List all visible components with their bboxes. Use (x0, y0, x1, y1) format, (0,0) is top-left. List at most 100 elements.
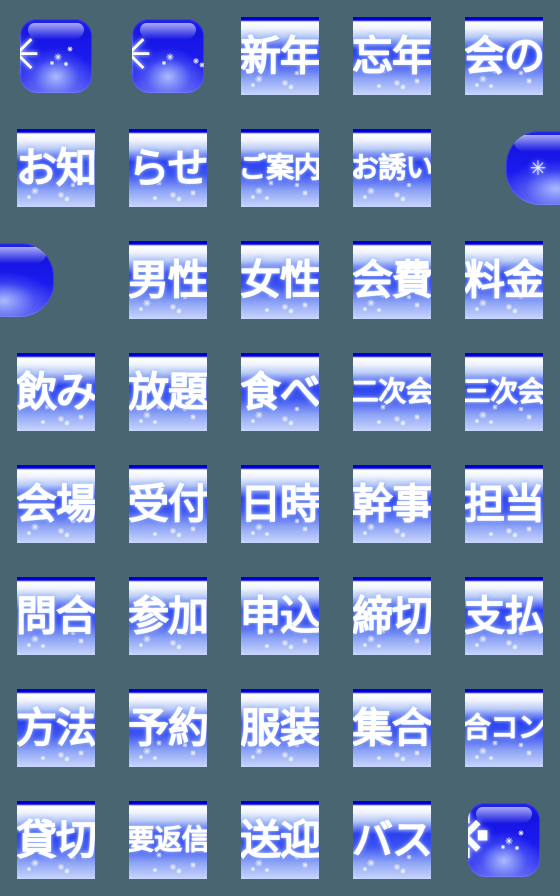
emoji-tile[interactable]: 参加 (129, 577, 207, 655)
emoji-cell: 受付 (112, 448, 224, 560)
emoji-tile[interactable]: ✳ (506, 131, 560, 205)
emoji-tile-label: 受付 (129, 479, 207, 528)
emoji-tile-label: 服装 (241, 703, 319, 752)
emoji-cell: 申込 (224, 560, 336, 672)
emoji-tile[interactable]: 担当 (465, 465, 543, 543)
emoji-cell: お誘い (336, 112, 448, 224)
emoji-cell: 飲み (0, 336, 112, 448)
emoji-tile-label: 女性 (241, 255, 319, 304)
emoji-tile[interactable]: ✳ (132, 19, 204, 93)
emoji-tile[interactable]: バス (353, 801, 431, 879)
emoji-tile-label: 問合 (17, 591, 95, 640)
emoji-tile-label: 送迎 (241, 815, 319, 864)
emoji-cell: ✳ (448, 112, 560, 224)
emoji-cell: 料金 (448, 224, 560, 336)
emoji-tile[interactable]: 忘年 (353, 17, 431, 95)
emoji-tile[interactable]: 貸切 (17, 801, 95, 879)
emoji-cell: ご案内 (224, 112, 336, 224)
emoji-cell: 合コン (448, 672, 560, 784)
emoji-cell: 支払 (448, 560, 560, 672)
emoji-tile-label: 会場 (17, 479, 95, 528)
emoji-tile-label: 会の (465, 31, 543, 80)
emoji-tile[interactable]: 男性 (129, 241, 207, 319)
emoji-cell: 担当 (448, 448, 560, 560)
emoji-tile[interactable]: 日時 (241, 465, 319, 543)
emoji-tile-label: 三次会 (465, 375, 543, 408)
emoji-tile[interactable]: お知 (17, 129, 95, 207)
emoji-cell: 忘年 (336, 0, 448, 112)
emoji-tile[interactable]: 服装 (241, 689, 319, 767)
emoji-cell: ✳ (0, 0, 112, 112)
emoji-tile-label: 飲み (17, 367, 95, 416)
emoji-cell: 幹事 (336, 448, 448, 560)
emoji-tile-label: 放題 (129, 367, 207, 416)
emoji-tile-label: 幹事 (353, 479, 431, 528)
emoji-cell: 会の (448, 0, 560, 112)
emoji-cell: 女性 (224, 224, 336, 336)
emoji-tile[interactable]: 会の (465, 17, 543, 95)
emoji-cell: 貸切 (0, 784, 112, 896)
emoji-cell: 日時 (224, 448, 336, 560)
emoji-tile-clipped[interactable]: ✳ (506, 131, 560, 205)
emoji-tile[interactable]: 新年 (241, 17, 319, 95)
emoji-tile[interactable]: 合コン (465, 689, 543, 767)
emoji-cell: 男性 (112, 224, 224, 336)
snowflake-icon: ✳ (132, 28, 152, 84)
emoji-tile[interactable]: ※ (468, 803, 540, 877)
emoji-tile[interactable]: お誘い (353, 129, 431, 207)
emoji-tile[interactable]: 受付 (129, 465, 207, 543)
emoji-cell: 会費 (336, 224, 448, 336)
emoji-tile-label: 要返信 (129, 823, 207, 856)
emoji-tile[interactable]: らせ (129, 129, 207, 207)
emoji-tile[interactable]: 支払 (465, 577, 543, 655)
emoji-tile[interactable]: 会費 (353, 241, 431, 319)
emoji-tile-label: らせ (129, 143, 207, 192)
emoji-cell: 集合 (336, 672, 448, 784)
emoji-tile-label: バス (353, 815, 431, 864)
emoji-tile[interactable]: 食べ (241, 353, 319, 431)
emoji-tile[interactable]: 二次会 (353, 353, 431, 431)
emoji-tile[interactable]: ご案内 (241, 129, 319, 207)
emoji-tile[interactable]: 会場 (17, 465, 95, 543)
emoji-tile[interactable]: 放題 (129, 353, 207, 431)
sparkle-icon (491, 823, 540, 857)
emoji-tile[interactable]: 方法 (17, 689, 95, 767)
emoji-tile[interactable]: ✳ (20, 19, 92, 93)
emoji-cell: 送迎 (224, 784, 336, 896)
emoji-tile[interactable]: 問合 (17, 577, 95, 655)
emoji-cell: バス (336, 784, 448, 896)
emoji-cell: 参加 (112, 560, 224, 672)
emoji-tile-label: 予約 (129, 703, 207, 752)
emoji-tile[interactable]: 要返信 (129, 801, 207, 879)
emoji-cell: お知 (0, 112, 112, 224)
emoji-tile[interactable]: 幹事 (353, 465, 431, 543)
emoji-tile-label: 会費 (353, 255, 431, 304)
emoji-tile[interactable]: 集合 (353, 689, 431, 767)
emoji-cell: ✳ (0, 224, 112, 336)
emoji-cell: 会場 (0, 448, 112, 560)
emoji-tile[interactable]: ✳ (0, 243, 54, 317)
emoji-tile-label: 料金 (465, 255, 543, 304)
emoji-grid: ✳ ✳ 新年忘年会のお知らせ ご案内 お誘い ✳ ✳ 男性女性会費料金飲み放題食べ 二次会 三次会… (0, 0, 560, 896)
emoji-tile[interactable]: 女性 (241, 241, 319, 319)
emoji-tile[interactable]: 料金 (465, 241, 543, 319)
emoji-tile[interactable]: 飲み (17, 353, 95, 431)
emoji-tile[interactable]: 送迎 (241, 801, 319, 879)
emoji-tile-label: 貸切 (17, 815, 95, 864)
emoji-tile-clipped[interactable]: ✳ (0, 243, 54, 317)
emoji-tile[interactable]: 締切 (353, 577, 431, 655)
emoji-tile[interactable]: 予約 (129, 689, 207, 767)
emoji-cell: 二次会 (336, 336, 448, 448)
sparkle-icon (40, 39, 92, 73)
emoji-tile[interactable]: 三次会 (465, 353, 543, 431)
emoji-tile-label: 締切 (353, 591, 431, 640)
emoji-cell: ※ (448, 784, 560, 896)
emoji-cell: 新年 (224, 0, 336, 112)
emoji-tile-label: 日時 (241, 479, 319, 528)
emoji-tile-label: ご案内 (241, 151, 319, 184)
snowflake-icon: ✳ (20, 28, 40, 84)
emoji-tile-label: お知 (17, 143, 95, 192)
emoji-cell: ✳ (112, 0, 224, 112)
emoji-tile[interactable]: 申込 (241, 577, 319, 655)
emoji-tile-label: 忘年 (353, 31, 431, 80)
